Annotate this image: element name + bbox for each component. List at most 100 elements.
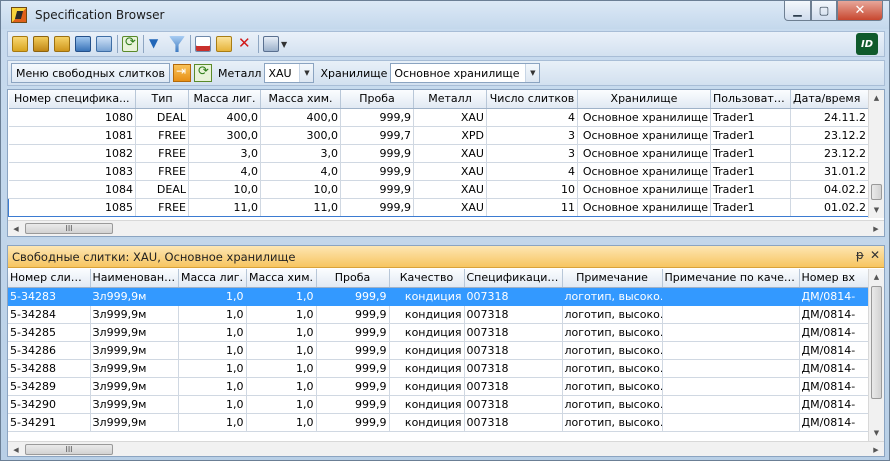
column-header[interactable]: Масса хим. — [246, 269, 317, 288]
table-cell[interactable] — [662, 323, 800, 342]
table-cell[interactable] — [662, 287, 800, 306]
folder-open-icon[interactable] — [54, 36, 70, 52]
folder-icon[interactable] — [33, 36, 49, 52]
minimize-button[interactable]: ▁ — [784, 1, 811, 21]
table-cell[interactable]: 1,0 — [246, 305, 317, 324]
scroll-left-icon[interactable]: ◀ — [8, 442, 24, 456]
table-cell[interactable]: 1,0 — [178, 323, 247, 342]
apply-filter-icon[interactable] — [172, 64, 191, 82]
table-cell[interactable]: логотип, высоко... — [562, 395, 663, 414]
column-header[interactable]: Число слитков — [486, 90, 578, 109]
column-header[interactable]: Пользователь — [710, 90, 791, 109]
bars-vertical-scrollbar[interactable]: ▲ ▼ — [868, 269, 884, 441]
table-cell[interactable]: Зл999,9м — [90, 395, 179, 414]
table-cell[interactable]: 999,9 — [316, 377, 390, 396]
table-cell[interactable]: 007318 — [464, 395, 563, 414]
table-cell[interactable]: 11,0 — [260, 197, 341, 217]
table-cell[interactable]: кондиция — [389, 395, 465, 414]
column-header[interactable]: Металл — [413, 90, 487, 109]
table-cell[interactable]: кондиция — [389, 359, 465, 378]
list-item[interactable]: 5-34285 Зл999,9м 1,0 1,0 999,9 кондиция 007318… — [8, 323, 869, 342]
table-cell[interactable]: Зл999,9м — [90, 341, 179, 360]
table-cell[interactable]: Зл999,9м — [90, 377, 179, 396]
table-cell[interactable]: Основное хранилище — [577, 108, 711, 127]
table-cell[interactable]: 04.02.2 — [790, 180, 869, 199]
print-icon[interactable] — [263, 36, 279, 52]
column-header[interactable]: Примечание по качеству — [662, 269, 800, 288]
table-cell[interactable]: 1,0 — [246, 287, 317, 306]
column-header[interactable]: Хранилище — [577, 90, 711, 109]
table-cell[interactable]: 999,9 — [340, 108, 414, 127]
list-item[interactable]: 5-34286 Зл999,9м 1,0 1,0 999,9 кондиция 007318… — [8, 341, 869, 360]
table-cell[interactable]: 1,0 — [178, 395, 247, 414]
table-cell[interactable]: Основное хранилище — [577, 180, 711, 199]
table-cell[interactable]: 1081 — [8, 126, 136, 145]
table-cell[interactable]: 1083 — [8, 162, 136, 181]
table-cell[interactable]: 1,0 — [178, 287, 247, 306]
table-cell[interactable]: Зл999,9м — [90, 323, 179, 342]
title-bar[interactable]: Specification Browser ▁ ▢ ✕ — [1, 1, 889, 29]
table-cell[interactable]: XAU — [413, 108, 487, 127]
table-cell[interactable]: ДМ/0814- — [799, 395, 869, 414]
grid-icon[interactable] — [96, 36, 112, 52]
table-cell[interactable]: логотип, высоко... — [562, 323, 663, 342]
table-cell[interactable]: 1082 — [8, 144, 136, 163]
table-cell[interactable] — [662, 413, 800, 432]
refresh-icon[interactable] — [193, 64, 212, 82]
table-cell[interactable]: 24.11.2 — [790, 108, 869, 127]
table-cell[interactable]: XAU — [413, 162, 487, 181]
table-cell[interactable]: 4 — [486, 162, 578, 181]
column-header[interactable]: Номер вх — [799, 269, 869, 288]
table-cell[interactable]: логотип, высоко... — [562, 377, 663, 396]
table-cell[interactable]: Trader1 — [710, 162, 791, 181]
table-cell[interactable]: ДМ/0814- — [799, 305, 869, 324]
table-cell[interactable]: FREE — [135, 197, 189, 217]
scroll-thumb[interactable] — [871, 184, 882, 200]
table-cell[interactable]: Зл999,9м — [90, 359, 179, 378]
delete-icon[interactable] — [237, 34, 253, 52]
column-header[interactable]: Номер слитка — [8, 269, 91, 288]
table-cell[interactable]: ДМ/0814- — [799, 377, 869, 396]
table-cell[interactable]: 007318 — [464, 287, 563, 306]
table-cell[interactable]: 999,9 — [316, 359, 390, 378]
table-cell[interactable]: кондиция — [389, 377, 465, 396]
table-cell[interactable]: DEAL — [135, 108, 189, 127]
table-cell[interactable]: 5-34289 — [8, 377, 91, 396]
table-cell[interactable]: ДМ/0814- — [799, 359, 869, 378]
column-header[interactable]: Тип — [135, 90, 189, 109]
close-icon[interactable]: ✕ — [870, 248, 880, 262]
table-cell[interactable]: 5-34291 — [8, 413, 91, 432]
table-cell[interactable]: Trader1 — [710, 180, 791, 199]
table-cell[interactable]: 5-34284 — [8, 305, 91, 324]
scroll-down-icon[interactable]: ▼ — [869, 425, 884, 441]
table-cell[interactable]: 999,9 — [340, 197, 414, 217]
table-cell[interactable]: DEAL — [135, 180, 189, 199]
column-header[interactable]: Масса лиг. — [188, 90, 261, 109]
column-header[interactable]: Номер специфика... — [8, 90, 136, 109]
table-cell[interactable]: 007318 — [464, 305, 563, 324]
table-cell[interactable] — [662, 395, 800, 414]
table-row[interactable]: 1084 DEAL 10,0 10,0 999,9 XAU 10 Основное храни… — [8, 180, 869, 199]
table-cell[interactable]: Trader1 — [710, 126, 791, 145]
table-cell[interactable]: 999,9 — [316, 341, 390, 360]
table-cell[interactable]: 3,0 — [260, 144, 341, 163]
table-cell[interactable]: Основное хранилище — [577, 126, 711, 145]
list-item[interactable]: 5-34290 Зл999,9м 1,0 1,0 999,9 кондиция 007318… — [8, 395, 869, 414]
print-dropdown-icon[interactable]: ▼ — [281, 40, 287, 49]
chevron-down-icon[interactable]: ▼ — [525, 64, 540, 82]
list-item[interactable]: 5-34283 Зл999,9м 1,0 1,0 999,9 кондиция 007318… — [8, 287, 869, 306]
table-cell[interactable]: 007318 — [464, 413, 563, 432]
table-cell[interactable]: 1,0 — [246, 359, 317, 378]
network-icon[interactable] — [75, 36, 91, 52]
table-cell[interactable]: XPD — [413, 126, 487, 145]
column-header[interactable]: Проба — [316, 269, 390, 288]
table-cell[interactable]: Основное хранилище — [577, 144, 711, 163]
table-cell[interactable]: ДМ/0814- — [799, 413, 869, 432]
table-cell[interactable]: 1,0 — [178, 305, 247, 324]
table-row[interactable]: 1085 FREE 11,0 11,0 999,9 XAU 11 Основное храни… — [8, 197, 869, 217]
table-cell[interactable]: 1,0 — [178, 377, 247, 396]
list-item[interactable]: 5-34284 Зл999,9м 1,0 1,0 999,9 кондиция 007318… — [8, 305, 869, 324]
table-cell[interactable]: XAU — [413, 144, 487, 163]
close-button[interactable]: ✕ — [837, 1, 883, 21]
table-cell[interactable]: 007318 — [464, 323, 563, 342]
